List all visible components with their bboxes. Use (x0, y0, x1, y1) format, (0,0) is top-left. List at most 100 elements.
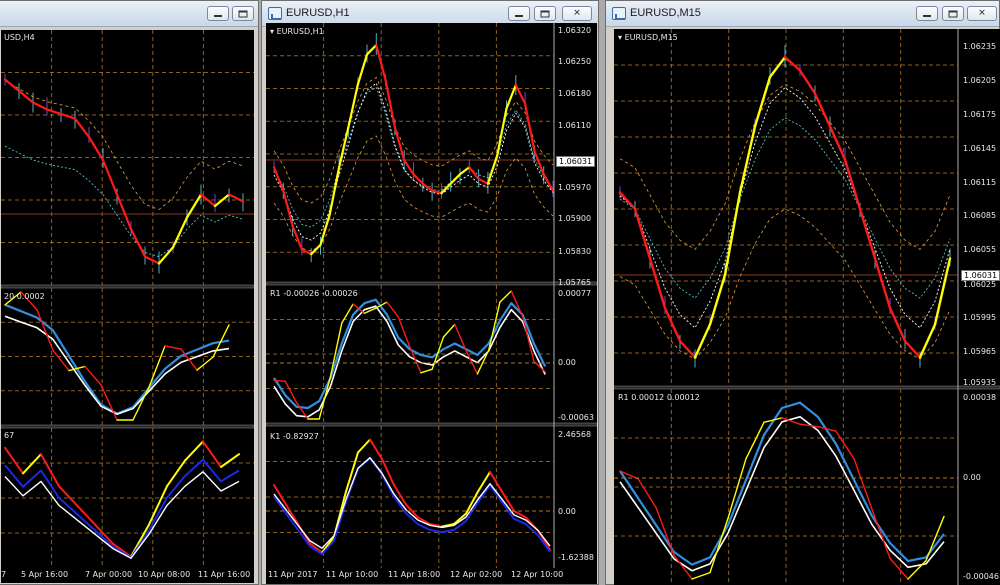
oscillator-signal-line (691, 571, 711, 580)
panel-separator (266, 281, 597, 286)
trend-line (31, 101, 49, 111)
oscillator-signal-line (442, 323, 456, 338)
trend-line (477, 177, 489, 185)
moving-average (4, 145, 244, 258)
maximize-button[interactable] (534, 6, 556, 21)
chart-area[interactable]: ▾ EURUSD,M15 R1 0.00012 0.00012 1.06235 … (614, 29, 1000, 585)
trend-line (310, 243, 322, 256)
price-axis-label: 1.06085 (963, 211, 997, 220)
current-price-tag: 1.06031 (961, 270, 1000, 281)
stochastic-k-line (513, 510, 527, 519)
envelope-upper (4, 80, 244, 210)
chart-window-icon (268, 7, 282, 20)
stochastic-k-line (184, 440, 204, 462)
maximize-button[interactable] (942, 6, 964, 21)
trend-line (738, 125, 757, 194)
trend-line (73, 117, 91, 139)
chart-window-icon (612, 7, 626, 20)
trend-line (356, 53, 369, 87)
chart-area[interactable]: ▾ EURUSD,H1 R1 -0.00026 -0.00026 K1 -0.8… (266, 23, 597, 584)
trend-line (291, 224, 304, 251)
chart-window-usd-h4[interactable]: USD,H4 20 0.0002 67 7 5 Apr 16:00 7 Apr … (0, 0, 259, 585)
chart-window-eurusd-h1[interactable]: EURUSD,H1 ✕ ▾ EURUSD,H1 R1 -0.00026 -0.0… (261, 0, 599, 585)
stochastic-k-line (58, 485, 78, 507)
price-axis-label: 1.06110 (558, 121, 592, 130)
trend-line (663, 306, 682, 343)
trend-line (723, 191, 742, 277)
trend-line (888, 306, 907, 343)
time-label: 7 Apr 00:00 (85, 570, 133, 579)
trend-line (648, 257, 667, 310)
trend-line (753, 75, 772, 128)
window-titlebar[interactable] (0, 1, 258, 27)
chart-window-eurusd-m15[interactable]: EURUSD,M15 ✕ ▾ EURUSD,M15 R1 0.00012 0.0… (605, 0, 1000, 585)
oscillator-axis-label: 0.00 (558, 507, 576, 516)
trend-line (282, 189, 294, 228)
price-axis-label: 1.05900 (558, 214, 592, 223)
price-axis-label: 1.06055 (963, 245, 997, 254)
oscillator-signal-line (499, 290, 513, 303)
close-button[interactable]: ✕ (562, 6, 592, 21)
close-button[interactable]: ✕ (967, 6, 997, 21)
close-icon: ✕ (978, 8, 986, 18)
chart-symbol-label: EURUSD,M15 (624, 33, 678, 42)
time-label: 5 Apr 16:00 (21, 570, 69, 579)
price-axis-label: 1.06115 (963, 178, 997, 187)
oscillator-blue-line (4, 303, 230, 415)
oscillator-signal-line (420, 368, 433, 374)
oscillator-signal-line (835, 430, 855, 460)
oscillator-axis-label: -0.00063 (558, 413, 594, 422)
time-label: 12 Apr 02:00 (450, 570, 503, 579)
price-axis-label: 1.06320 (558, 26, 592, 35)
oscillator-signal-line (273, 379, 286, 382)
minimize-button[interactable] (207, 6, 229, 21)
stochastic-k-line (381, 458, 395, 486)
trend-line (496, 107, 508, 157)
trend-line (524, 102, 536, 152)
oscillator-1-label: R1 0.00012 0.00012 (618, 393, 700, 402)
oscillator-signal-line (431, 336, 445, 370)
trend-line (468, 166, 480, 181)
price-axis-label: 1.05995 (963, 313, 997, 322)
trend-line (933, 257, 952, 326)
trend-line (87, 135, 105, 162)
price-axis-label: 1.06025 (963, 280, 997, 289)
moving-average-white (273, 82, 554, 241)
trend-line (678, 339, 697, 359)
time-label: 11 Apr 2017 (268, 570, 318, 579)
price-axis-label: 1.05765 (558, 278, 592, 287)
close-icon: ✕ (573, 8, 581, 18)
window-title: EURUSD,M15 (630, 7, 701, 19)
price-axis-label: 1.06250 (558, 57, 592, 66)
stochastic-k-line (40, 453, 60, 488)
trend-line (783, 56, 802, 72)
price-axis-label: 1.05935 (963, 378, 997, 387)
trend-line (798, 69, 817, 95)
trend-line (101, 158, 119, 196)
price-axis-label: 1.06175 (963, 110, 997, 119)
window-title: EURUSD,H1 (286, 7, 350, 19)
trend-line (618, 191, 637, 211)
maximize-button[interactable] (232, 6, 254, 21)
oscillator-axis-label: 0.00077 (558, 289, 592, 298)
maximize-icon (238, 10, 248, 17)
envelope-lower (273, 135, 554, 252)
chart-title-label: ▾ EURUSD,M15 (618, 33, 678, 42)
window-titlebar[interactable]: EURUSD,M15 ✕ (606, 1, 999, 27)
oscillator-axis-label: 0.00 (963, 473, 981, 482)
oscillator-signal-line (871, 508, 891, 560)
oscillator-signal-line (84, 365, 102, 386)
maximize-icon (540, 10, 550, 17)
chart-area[interactable]: USD,H4 20 0.0002 67 7 5 Apr 16:00 7 Apr … (1, 30, 254, 583)
oscillator-axis-label: 0.00 (558, 358, 576, 367)
price-axis-label: 1.06235 (963, 42, 997, 51)
oscillator-signal-line (164, 345, 182, 350)
oscillator-signal-line (148, 345, 166, 388)
oscillator-1-label: R1 -0.00026 -0.00026 (270, 289, 358, 298)
minimize-button[interactable] (508, 6, 530, 21)
minimize-button[interactable] (916, 6, 938, 21)
oscillator-2-label: K1 -0.82927 (270, 432, 319, 441)
oscillator-white-line (273, 305, 546, 418)
trend-line (813, 92, 832, 128)
panel-separator (1, 284, 254, 289)
